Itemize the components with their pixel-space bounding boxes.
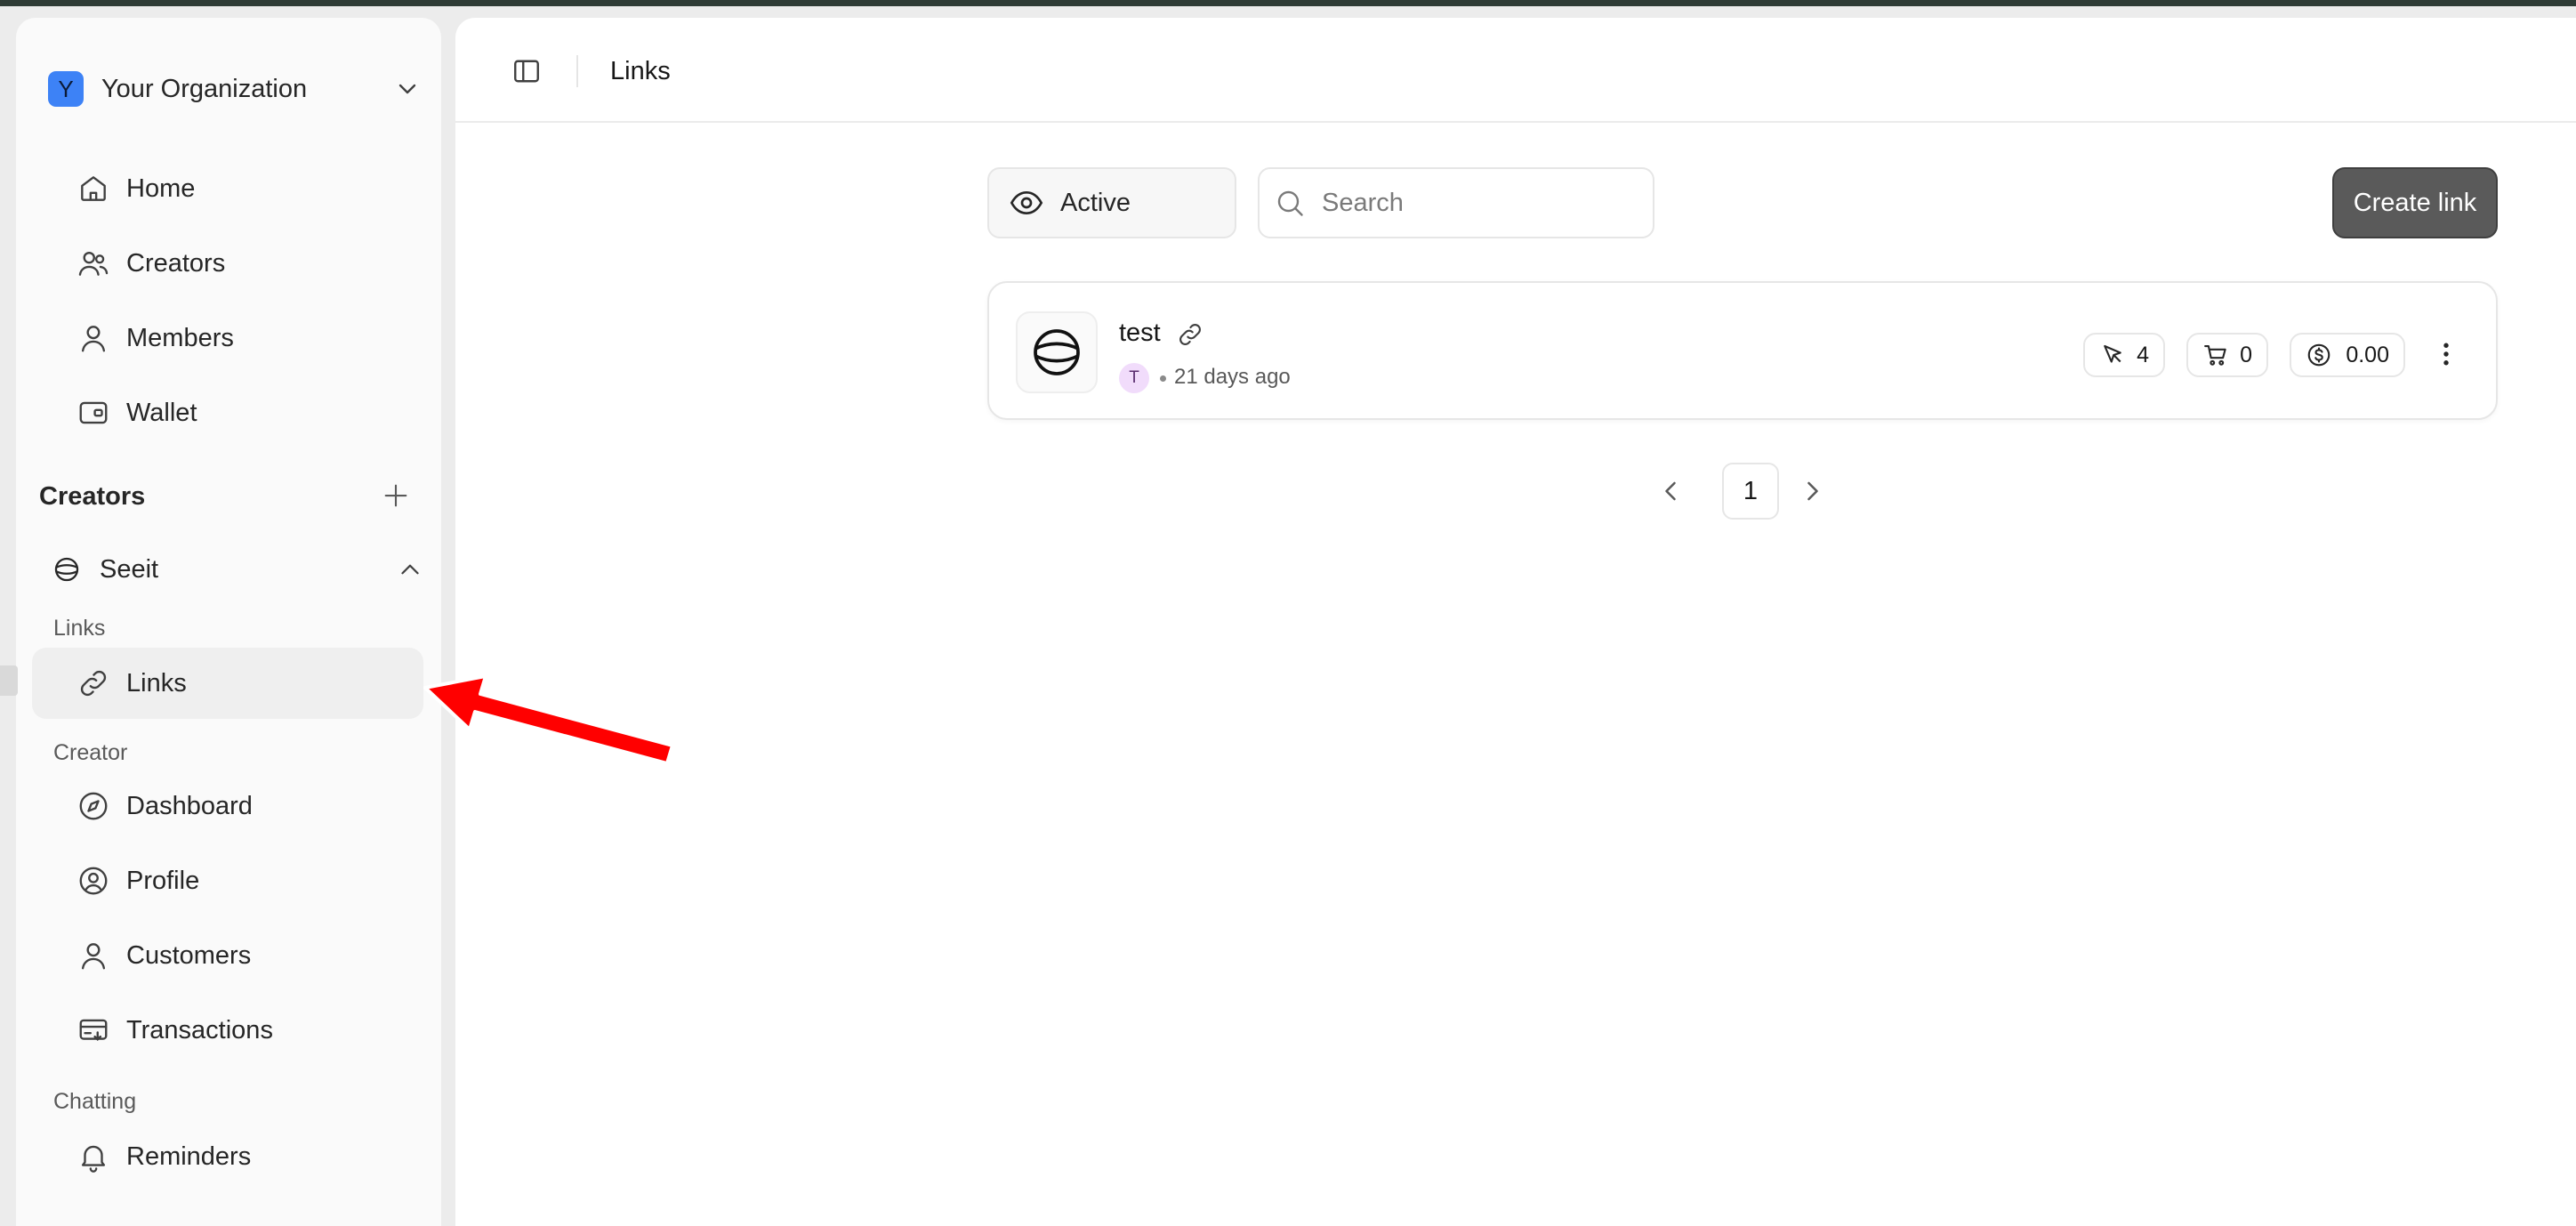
creator-logo-icon	[1034, 329, 1080, 375]
revenue-amount: 0.00	[2346, 342, 2389, 367]
link-timestamp: 21 days ago	[1174, 365, 1291, 389]
sidebar-item-home[interactable]: Home	[32, 153, 423, 224]
transactions-icon	[79, 1019, 108, 1041]
search-icon	[1277, 190, 1303, 216]
filter-label: Active	[1060, 188, 1131, 217]
sidebar-item-reminders[interactable]: Reminders	[32, 1121, 423, 1192]
creators-section-title: Creators	[39, 482, 146, 511]
link-icon	[80, 670, 107, 697]
sidebar-item-transactions[interactable]: Transactions	[32, 995, 423, 1066]
sidebar-item-wallet[interactable]: Wallet	[32, 377, 423, 448]
sidebar-item-label: Links	[126, 668, 187, 698]
group-label-creator: Creator	[53, 740, 128, 765]
search-box[interactable]	[1258, 167, 1654, 238]
sidebar-item-members[interactable]: Members	[32, 302, 423, 374]
group-label-chatting: Chatting	[53, 1089, 137, 1114]
separator-dot	[1160, 375, 1166, 382]
user-circle-icon	[79, 867, 108, 895]
chevron-down-icon[interactable]	[393, 75, 422, 103]
cursor-click-icon	[2104, 344, 2121, 363]
creator-name: Seeit	[100, 554, 159, 584]
sidebar-item-dashboard[interactable]: Dashboard	[32, 770, 423, 842]
organization-switcher[interactable]: Y Your Organization	[48, 52, 422, 126]
link-icon[interactable]	[1176, 320, 1204, 349]
sidebar-item-label: Customers	[126, 940, 252, 970]
sidebar: Y Your Organization Home Creators Member…	[16, 18, 441, 1226]
dollar-circle-icon	[2307, 343, 2330, 367]
organization-name: Your Organization	[101, 74, 308, 103]
creator-logo-icon	[54, 557, 79, 582]
chevron-left-icon[interactable]	[1654, 475, 1686, 507]
annotation-arrow	[423, 674, 674, 765]
bell-icon	[81, 1145, 106, 1173]
sidebar-item-label: Reminders	[126, 1141, 252, 1171]
sidebar-item-label: Profile	[126, 866, 200, 895]
home-icon	[81, 176, 106, 201]
users-icon	[78, 251, 109, 276]
current-page-button[interactable]: 1	[1722, 463, 1779, 520]
clicks-stat: 4	[2083, 333, 2165, 377]
visibility-filter-button[interactable]: Active	[987, 167, 1236, 238]
sidebar-item-customers[interactable]: Customers	[32, 920, 423, 991]
wallet-icon	[79, 401, 108, 424]
link-card[interactable]: test T 21 days ago 4 0 0.00	[987, 281, 2498, 420]
organization-avatar: Y	[48, 71, 84, 107]
plus-icon[interactable]	[381, 480, 411, 511]
creator-seeit[interactable]: Seeit	[52, 543, 425, 596]
sidebar-item-profile[interactable]: Profile	[32, 845, 423, 916]
create-link-button[interactable]: Create link	[2332, 167, 2498, 238]
chevron-right-icon[interactable]	[1797, 475, 1829, 507]
orders-stat: 0	[2186, 333, 2268, 377]
chevron-up-icon[interactable]	[395, 554, 425, 585]
eye-icon	[1010, 190, 1043, 215]
more-options-icon[interactable]	[2430, 338, 2462, 370]
sidebar-item-label: Transactions	[126, 1015, 273, 1045]
clicks-count: 4	[2137, 342, 2149, 367]
sidebar-item-label: Dashboard	[126, 791, 253, 820]
group-label-links: Links	[53, 616, 106, 641]
search-input[interactable]	[1322, 188, 1642, 218]
sidebar-item-label: Members	[126, 323, 234, 352]
link-thumbnail	[1016, 311, 1098, 393]
user-icon	[81, 326, 106, 352]
sidebar-toggle-icon[interactable]	[511, 55, 543, 87]
window-top-edge	[0, 0, 2576, 6]
active-item-indicator	[0, 665, 18, 696]
cart-icon	[2204, 344, 2226, 366]
orders-count: 0	[2240, 342, 2252, 367]
page-title: Links	[610, 57, 671, 85]
sidebar-item-label: Home	[126, 173, 196, 203]
header-divider	[576, 55, 578, 87]
sidebar-item-label: Wallet	[126, 398, 197, 427]
sidebar-item-label: Creators	[126, 248, 226, 278]
creator-avatar: T	[1119, 363, 1149, 393]
pagination: 1	[1646, 463, 1895, 520]
sidebar-item-creators[interactable]: Creators	[32, 228, 423, 299]
page-header: Links	[455, 18, 2576, 123]
user-icon	[81, 943, 106, 970]
revenue-stat: 0.00	[2290, 333, 2405, 377]
sidebar-item-links[interactable]: Links	[32, 648, 423, 719]
link-title[interactable]: test	[1119, 319, 1161, 348]
main-panel: Links Active Create link test T 21 days …	[455, 18, 2576, 1226]
compass-icon	[79, 792, 108, 820]
